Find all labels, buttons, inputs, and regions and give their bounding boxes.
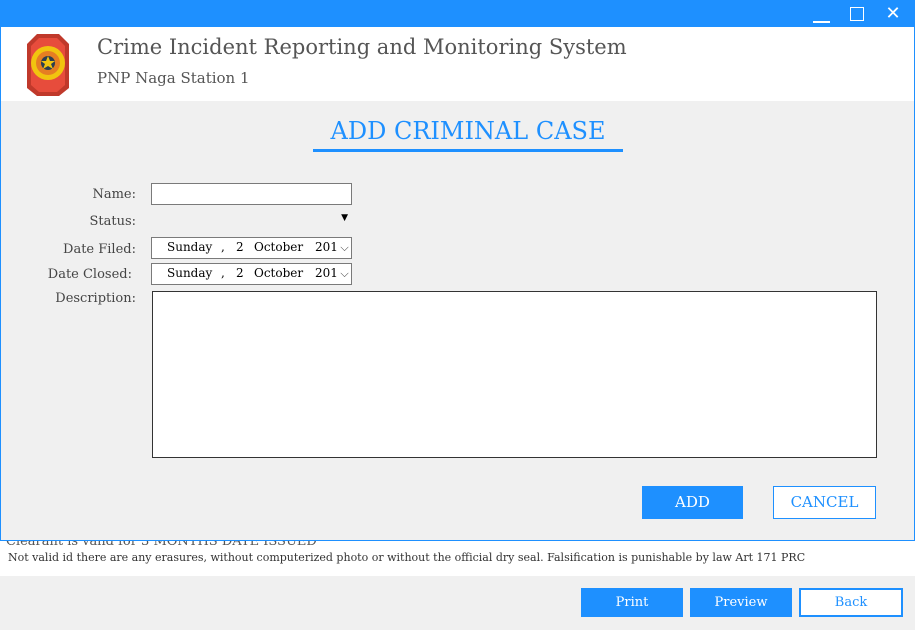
date-closed-year[interactable]: 201 [315, 266, 338, 280]
date-closed-separator: , [221, 266, 225, 280]
window-titlebar: ✕ [1, 1, 914, 27]
disclaimer-text: Not valid id there are any erasures, wit… [8, 551, 806, 564]
date-filed-picker[interactable]: Sunday , 2 October 201 ⌵ [151, 237, 352, 259]
app-header: Crime Incident Reporting and Monitoring … [1, 27, 914, 101]
pnp-badge-logo-icon [27, 34, 69, 96]
back-button[interactable]: Back [799, 588, 903, 617]
background-notice: Clearant is valid for 3 MONTHS DATE ISSU… [0, 534, 915, 576]
add-case-dialog: ✕ Crime Incident Reporting and Monitorin… [0, 0, 915, 541]
maximize-icon[interactable] [842, 1, 876, 27]
date-closed-picker[interactable]: Sunday , 2 October 201 ⌵ [151, 263, 352, 285]
date-filed-separator: , [221, 240, 225, 254]
close-icon[interactable]: ✕ [876, 1, 910, 27]
date-filed-weekday[interactable]: Sunday [167, 240, 212, 254]
date-filed-day[interactable]: 2 [236, 240, 244, 254]
chevron-down-icon[interactable]: ⌵ [337, 264, 351, 284]
print-button[interactable]: Print [581, 588, 683, 617]
dropdown-arrow-icon: ▼ [341, 213, 348, 223]
app-title: Crime Incident Reporting and Monitoring … [97, 35, 627, 59]
status-dropdown[interactable]: ▼ [151, 209, 352, 230]
date-closed-month[interactable]: October [254, 266, 303, 280]
date-closed-weekday[interactable]: Sunday [167, 266, 212, 280]
status-label: Status: [89, 214, 136, 229]
preview-button[interactable]: Preview [690, 588, 792, 617]
chevron-down-icon[interactable]: ⌵ [337, 238, 351, 258]
date-closed-label: Date Closed: [47, 267, 132, 282]
title-underline [313, 149, 623, 152]
date-filed-year[interactable]: 201 [315, 240, 338, 254]
station-subtitle: PNP Naga Station 1 [97, 69, 250, 87]
description-textarea[interactable] [152, 291, 877, 458]
cancel-button[interactable]: CANCEL [773, 486, 876, 519]
minimize-icon[interactable] [807, 1, 841, 27]
date-filed-label: Date Filed: [63, 242, 136, 257]
name-input[interactable] [151, 183, 352, 205]
form-title: ADD CRIMINAL CASE [330, 117, 606, 145]
date-filed-month[interactable]: October [254, 240, 303, 254]
add-button[interactable]: ADD [642, 486, 743, 519]
description-label: Description: [55, 291, 136, 306]
name-label: Name: [92, 187, 136, 202]
date-closed-day[interactable]: 2 [236, 266, 244, 280]
